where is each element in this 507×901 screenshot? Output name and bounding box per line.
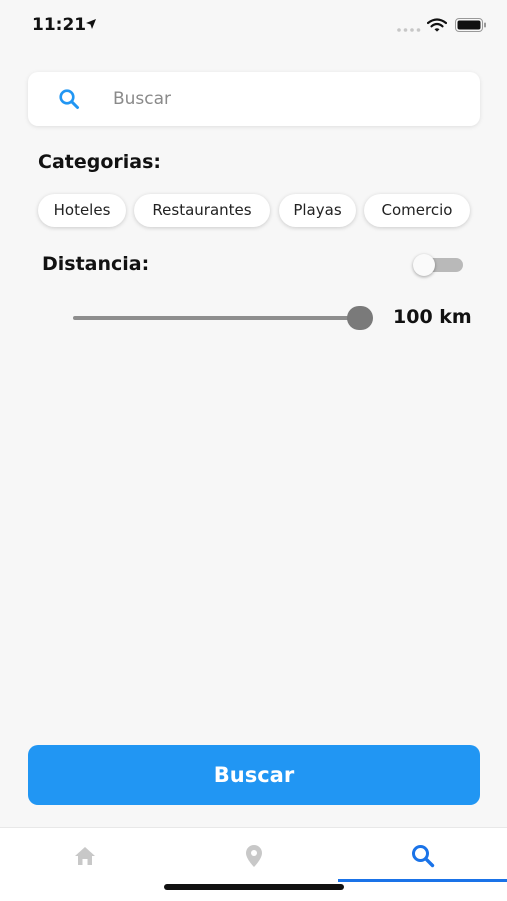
home-indicator xyxy=(164,884,344,890)
home-icon xyxy=(75,847,95,865)
status-time: 11:21 xyxy=(32,15,87,35)
distance-title: Distancia: xyxy=(42,253,150,275)
categories-title: Categorias: xyxy=(38,151,161,173)
slider-thumb[interactable] xyxy=(347,306,373,330)
search-box[interactable] xyxy=(28,72,480,126)
tab-map[interactable] xyxy=(169,828,338,884)
tab-home[interactable] xyxy=(0,828,169,884)
search-icon xyxy=(412,845,435,868)
distance-value: 100 km xyxy=(393,306,472,328)
distance-toggle[interactable] xyxy=(413,254,463,276)
category-chip-hoteles[interactable]: Hoteles xyxy=(38,194,126,227)
tab-search[interactable] xyxy=(338,828,507,884)
search-icon xyxy=(59,89,79,109)
location-arrow-icon xyxy=(86,19,96,29)
toggle-thumb xyxy=(413,254,435,276)
category-chip-playas[interactable]: Playas xyxy=(279,194,356,227)
battery-icon xyxy=(455,18,486,32)
search-button[interactable]: Buscar xyxy=(28,745,480,805)
signal-dots-icon xyxy=(397,28,421,32)
location-pin-icon xyxy=(246,845,262,867)
category-chip-comercio[interactable]: Comercio xyxy=(364,194,470,227)
wifi-icon xyxy=(427,18,447,32)
distance-slider[interactable] xyxy=(73,305,375,331)
search-input[interactable] xyxy=(113,84,453,114)
category-chip-restaurantes[interactable]: Restaurantes xyxy=(134,194,270,227)
status-bar: 11:21 xyxy=(0,0,507,50)
active-tab-indicator xyxy=(338,879,507,882)
slider-track xyxy=(73,316,360,320)
